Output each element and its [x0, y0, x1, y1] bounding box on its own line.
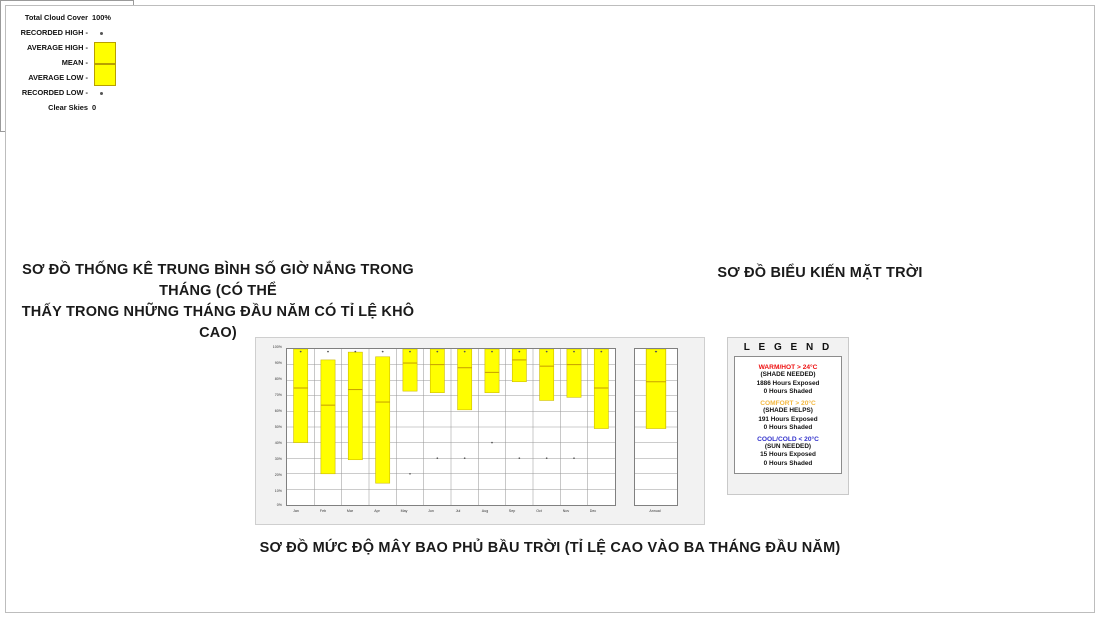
- pct-tick-90: 90%: [274, 361, 282, 365]
- cloud-bar-jan: [293, 348, 309, 443]
- pct-tick-50: 50%: [274, 425, 282, 429]
- cloud-key-value-clear-skies: 0: [92, 103, 97, 112]
- cloud-cover-svg: [287, 348, 615, 505]
- cloud-key-row-average-high: AVERAGE HIGH -: [6, 40, 1094, 55]
- pct-tick-20: 20%: [274, 473, 282, 477]
- comfort-sub: (SHADE HELPS): [763, 406, 813, 414]
- cloud-key-mean-line-icon: [95, 63, 115, 65]
- cloud-month-nov: Nov: [562, 509, 570, 513]
- cloud-bar-nov: [566, 348, 582, 398]
- cloud-key-row-recorded-high: RECORDED HIGH -: [6, 25, 1094, 40]
- cool-cold-shaded: 0 Hours Shaded: [763, 460, 813, 468]
- pct-tick-10: 10%: [274, 489, 282, 493]
- cloud-key-row-mean: MEAN -: [6, 55, 1094, 70]
- cloud-key-label-recorded-high: RECORDED HIGH -: [20, 28, 88, 37]
- cloud-key-label-recorded-low: RECORDED LOW -: [21, 88, 88, 97]
- cloud-key-row-average-low: AVERAGE LOW -: [6, 70, 1094, 85]
- cloud-month-oct: Oct: [536, 509, 542, 513]
- caption-hourly-line1: SƠ ĐỒ THỐNG KÊ TRUNG BÌNH SỐ GIỜ NẮNG TR…: [22, 262, 414, 300]
- cloud-bar-annual: [645, 348, 667, 429]
- cloud-month-aug: Aug: [481, 509, 489, 513]
- warm-hot-sub: (SHADE NEEDED): [760, 371, 816, 378]
- annual-high-dot: [654, 350, 658, 353]
- cloud-annual-label: Annual: [649, 509, 661, 513]
- pct-tick-60: 60%: [274, 409, 282, 413]
- warm-hot-shaded: 0 Hours Shaded: [763, 388, 813, 396]
- caption-hourly-averages: SƠ ĐỒ THỐNG KÊ TRUNG BÌNH SỐ GIỜ NẮNG TR…: [8, 260, 428, 344]
- cloud-annual-svg: [635, 348, 677, 490]
- cloud-key-label-average-high: AVERAGE HIGH -: [26, 43, 88, 52]
- pct-tick-100: 100%: [272, 345, 282, 349]
- total-cloud-cover-chart: 100% 90% 80% 70% 60% 50% 40% 30% 20% 10%…: [255, 337, 705, 525]
- comfort-shaded: 0 Hours Shaded: [763, 424, 813, 432]
- cloud-month-jan: Jan: [293, 509, 299, 513]
- comfort-head: COMFORT > 20°C: [760, 399, 816, 407]
- pct-tick-40: 40%: [274, 441, 282, 445]
- cloud-month-mar: Mar: [346, 509, 354, 513]
- cloud-month-apr: Apr: [374, 509, 380, 513]
- warm-hot-exposed: 1886 Hours Exposed: [756, 379, 820, 387]
- recorded-high-dot-icon: [100, 32, 103, 35]
- cool-cold-sub: (SUN NEEDED): [764, 442, 812, 450]
- comfort-legend-inner: WARM/HOT > 24°C (SHADE NEEDED) 1886 Hour…: [734, 356, 842, 474]
- cloud-bar-apr: [375, 356, 391, 484]
- cloud-month-dec: Dec: [589, 509, 597, 513]
- comfort-legend: L E G E N D WARM/HOT > 24°C (SHADE NEEDE…: [727, 337, 849, 495]
- cloud-bar-oct: [539, 348, 555, 401]
- total-cloud-cover-key: Total Cloud Cover 100% RECORDED HIGH - A…: [0, 0, 1095, 613]
- cloud-key-label-average-low: AVERAGE LOW -: [28, 73, 88, 82]
- recorded-low-dot-icon: [100, 92, 103, 95]
- cool-cold-exposed: 15 Hours Exposed: [760, 451, 816, 459]
- cloud-cover-plot-area: [286, 348, 616, 506]
- legend-segment-comfort: COMFORT > 20°C (SHADE HELPS) 191 Hours E…: [738, 400, 838, 433]
- cloud-key-label-total: Total Cloud Cover: [24, 13, 88, 22]
- cloud-key-row-total: Total Cloud Cover 100%: [6, 10, 1094, 25]
- cloud-key-row-clear-skies: Clear Skies 0: [6, 100, 1094, 115]
- caption-cloud-cover: SƠ ĐỒ MỨC ĐỘ MÂY BAO PHỦ BẦU TRỜI (TỈ LỆ…: [259, 540, 841, 556]
- cloud-key-label-mean: MEAN -: [61, 58, 88, 67]
- cloud-key-bar-icon: [94, 42, 116, 86]
- legend-segment-cool-cold: COOL/COLD < 20°C (SUN NEEDED) 15 Hours E…: [738, 436, 838, 469]
- cloud-month-jul: Jul: [455, 509, 461, 513]
- cloud-bar-may: [402, 348, 418, 392]
- cool-cold-head: COOL/COLD < 20°C: [757, 435, 819, 443]
- warm-hot-head: WARM/HOT > 24°C: [758, 364, 818, 371]
- cloud-month-jun: Jun: [428, 509, 434, 513]
- cloud-key-row-recorded-low: RECORDED LOW -: [6, 85, 1094, 100]
- caption-sun-path: SƠ ĐỒ BIỂU KIẾN MẶT TRỜI: [717, 265, 923, 281]
- pct-tick-30: 30%: [274, 457, 282, 461]
- pct-tick-80: 80%: [274, 377, 282, 381]
- cloud-bar-dec: [593, 348, 609, 429]
- cloud-bar-aug: [484, 348, 500, 393]
- cloud-month-sep: Sep: [508, 509, 516, 513]
- cloud-key-label-clear-skies: Clear Skies: [48, 103, 88, 112]
- legend-segment-warm-hot: WARM/HOT > 24°C (SHADE NEEDED) 1886 Hour…: [738, 364, 838, 397]
- cloud-cover-annual-area: [634, 348, 678, 506]
- cloud-key-value-total: 100%: [92, 13, 111, 22]
- cloud-bar-sep: [511, 348, 527, 383]
- comfort-exposed: 191 Hours Exposed: [758, 415, 818, 423]
- pct-tick-0: 0%: [276, 503, 282, 507]
- pct-tick-70: 70%: [274, 393, 282, 397]
- caption-hourly-line2: THẤY TRONG NHỮNG THÁNG ĐẦU NĂM CÓ TỈ LỆ …: [21, 304, 415, 342]
- comfort-legend-title: L E G E N D: [743, 342, 833, 353]
- cloud-bar-jun: [429, 348, 445, 393]
- cloud-month-feb: Feb: [319, 509, 327, 513]
- cloud-bar-jul: [457, 348, 473, 411]
- cloud-month-may: May: [400, 509, 408, 513]
- cloud-bar-mar: [347, 351, 363, 461]
- cloud-bar-feb: [320, 359, 336, 475]
